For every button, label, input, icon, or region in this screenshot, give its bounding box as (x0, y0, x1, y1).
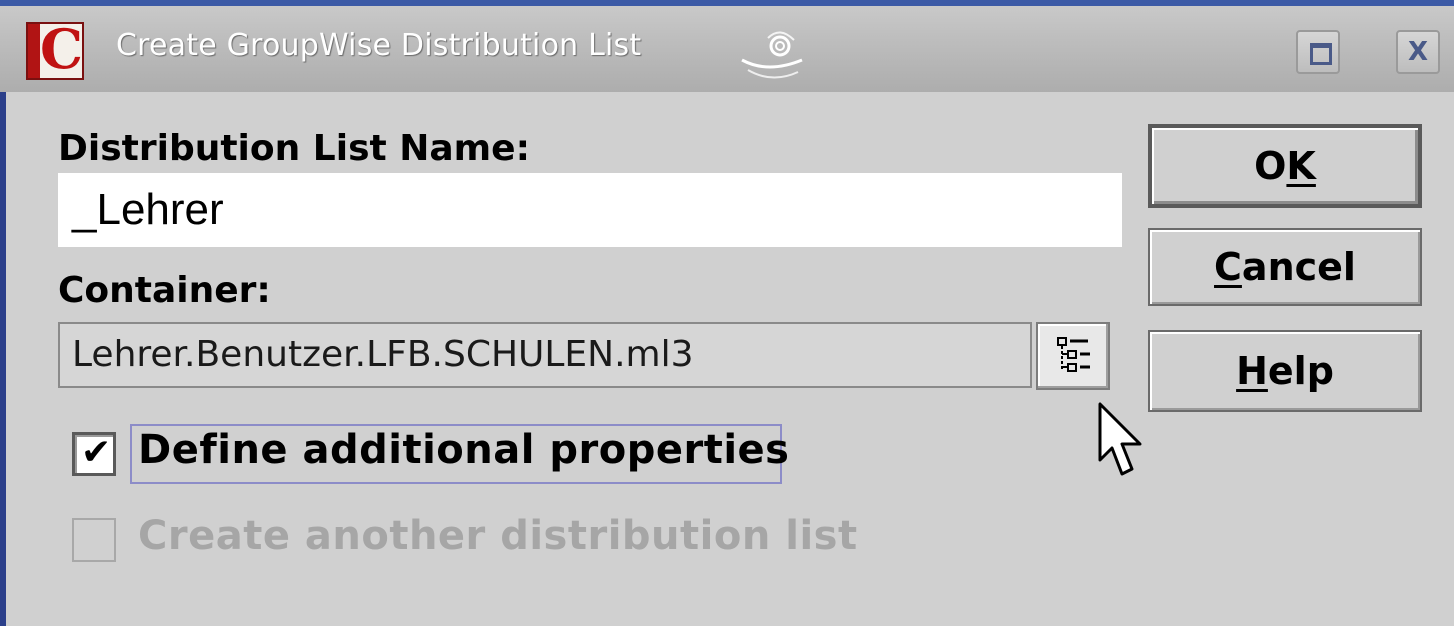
tree-browse-icon (1057, 337, 1090, 372)
container-label: Container: (58, 270, 271, 311)
cancel-label-post: ancel (1241, 245, 1356, 289)
browse-container-button[interactable] (1036, 322, 1110, 390)
ok-label-pre: O (1254, 144, 1287, 188)
distribution-list-name-label: Distribution List Name: (58, 128, 530, 169)
window-title: Create GroupWise Distribution List (116, 28, 642, 63)
maximize-button[interactable] (1296, 30, 1340, 74)
window-border (0, 92, 6, 626)
create-another-list-label: Create another distribution list (138, 513, 858, 559)
close-icon: X (1407, 37, 1429, 67)
swirl-decoration-icon (741, 31, 803, 79)
cancel-button[interactable]: Cancel (1148, 228, 1422, 306)
help-button[interactable]: Help (1148, 330, 1422, 412)
help-mnemonic: H (1236, 349, 1268, 393)
distribution-list-name-input[interactable]: _Lehrer (58, 173, 1122, 247)
container-field[interactable]: Lehrer.Benutzer.LFB.SCHULEN.ml3 (58, 322, 1032, 388)
title-bar[interactable]: C Create GroupWise Distribution List X (0, 0, 1454, 92)
define-additional-properties-checkbox[interactable]: ✔ (72, 432, 116, 476)
close-button[interactable]: X (1396, 30, 1440, 74)
groupwise-app-icon: C (26, 18, 84, 80)
ok-mnemonic: K (1286, 144, 1316, 188)
mouse-pointer-icon (1098, 402, 1142, 476)
define-additional-properties-label[interactable]: Define additional properties (138, 427, 789, 473)
cancel-mnemonic: C (1214, 245, 1242, 289)
ok-button[interactable]: OK (1148, 124, 1422, 208)
checkmark-icon: ✔ (81, 432, 112, 473)
dialog-window: C Create GroupWise Distribution List X D… (0, 0, 1454, 626)
maximize-icon (1310, 43, 1332, 65)
create-another-list-checkbox (72, 518, 116, 562)
app-icon-letter: C (40, 17, 83, 81)
help-label-post: elp (1267, 349, 1334, 393)
